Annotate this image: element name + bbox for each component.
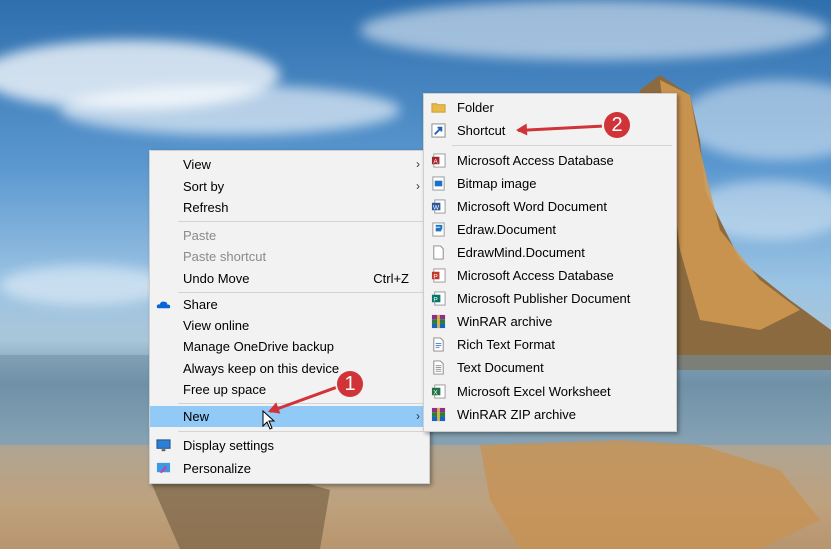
publisher-icon: P xyxy=(431,291,446,306)
menu-item-label: View online xyxy=(183,318,250,333)
menu-item-new[interactable]: New › xyxy=(150,406,429,427)
menu-item-view-online[interactable]: View online xyxy=(150,315,429,336)
annotation-badge-1: 1 xyxy=(337,371,363,397)
menu-item-paste-shortcut: Paste shortcut xyxy=(150,246,429,267)
new-submenu: Folder Shortcut A Microsoft Access Datab… xyxy=(423,93,677,432)
menu-item-personalize[interactable]: Personalize xyxy=(150,458,429,479)
winrar-icon xyxy=(431,314,446,329)
edraw-icon xyxy=(432,222,445,237)
word-icon: W xyxy=(431,199,446,214)
shortcut-icon xyxy=(431,123,446,138)
submenu-item-label: Edraw.Document xyxy=(457,222,556,237)
menu-item-sort-by[interactable]: Sort by › xyxy=(150,176,429,197)
svg-text:P: P xyxy=(433,296,438,303)
bitmap-icon xyxy=(432,176,445,191)
submenu-item-label: Rich Text Format xyxy=(457,337,556,352)
chevron-right-icon: › xyxy=(416,157,420,171)
menu-separator xyxy=(178,221,425,222)
blank-document-icon xyxy=(433,245,444,260)
submenu-item-text-document[interactable]: Text Document xyxy=(424,357,676,378)
folder-icon xyxy=(431,103,446,113)
submenu-item-label: Bitmap image xyxy=(457,176,537,191)
submenu-item-rich-text-format[interactable]: Rich Text Format xyxy=(424,334,676,355)
submenu-item-label: Shortcut xyxy=(457,123,506,138)
text-document-icon xyxy=(433,360,444,375)
menu-separator xyxy=(178,431,425,432)
menu-item-view[interactable]: View › xyxy=(150,154,429,175)
submenu-item-label: Microsoft Publisher Document xyxy=(457,291,631,306)
menu-item-label: Paste shortcut xyxy=(183,249,267,264)
onedrive-cloud-icon xyxy=(156,301,171,309)
chevron-right-icon: › xyxy=(416,179,420,193)
submenu-item-excel-worksheet[interactable]: X Microsoft Excel Worksheet xyxy=(424,381,676,402)
menu-item-label: Share xyxy=(183,297,218,312)
submenu-item-access-database-2[interactable]: P Microsoft Access Database xyxy=(424,265,676,286)
submenu-item-edrawmind-document[interactable]: EdrawMind.Document xyxy=(424,242,676,263)
svg-text:W: W xyxy=(433,204,440,211)
keyboard-shortcut: Ctrl+Z xyxy=(373,271,409,286)
winrar-zip-icon xyxy=(431,407,446,422)
rtf-icon xyxy=(433,337,444,352)
menu-separator xyxy=(452,145,672,146)
submenu-item-bitmap-image[interactable]: Bitmap image xyxy=(424,173,676,194)
menu-item-label: Free up space xyxy=(183,382,267,397)
submenu-item-label: WinRAR ZIP archive xyxy=(457,407,576,422)
submenu-item-label: Folder xyxy=(457,100,494,115)
menu-item-refresh[interactable]: Refresh xyxy=(150,197,429,218)
submenu-item-winrar-archive[interactable]: WinRAR archive xyxy=(424,311,676,332)
submenu-item-label: WinRAR archive xyxy=(457,314,553,329)
menu-item-label: Display settings xyxy=(183,438,275,453)
menu-item-label: View xyxy=(183,157,211,172)
menu-item-share[interactable]: Share xyxy=(150,294,429,315)
svg-text:A: A xyxy=(433,158,438,165)
submenu-item-label: Microsoft Access Database xyxy=(457,268,614,283)
menu-item-free-up-space[interactable]: Free up space xyxy=(150,379,429,400)
menu-item-always-keep-on-device[interactable]: Always keep on this device xyxy=(150,358,429,379)
menu-item-label: Personalize xyxy=(183,461,251,476)
submenu-item-folder[interactable]: Folder xyxy=(424,97,676,118)
submenu-item-label: Text Document xyxy=(457,360,544,375)
submenu-item-edraw-document[interactable]: Edraw.Document xyxy=(424,219,676,240)
excel-icon: X xyxy=(431,384,446,399)
menu-item-label: New xyxy=(183,409,210,424)
menu-item-label: Undo Move xyxy=(183,271,250,286)
submenu-item-label: Microsoft Access Database xyxy=(457,153,614,168)
svg-text:P: P xyxy=(433,273,438,280)
display-settings-icon xyxy=(156,439,171,452)
menu-separator xyxy=(178,292,425,293)
submenu-item-shortcut[interactable]: Shortcut xyxy=(424,120,676,141)
submenu-item-label: EdrawMind.Document xyxy=(457,245,585,260)
menu-item-manage-onedrive-backup[interactable]: Manage OneDrive backup xyxy=(150,336,429,357)
submenu-item-winrar-zip-archive[interactable]: WinRAR ZIP archive xyxy=(424,404,676,425)
personalize-icon xyxy=(156,462,171,474)
menu-item-paste: Paste xyxy=(150,225,429,246)
submenu-item-word-document[interactable]: W Microsoft Word Document xyxy=(424,196,676,217)
access-icon: A xyxy=(431,153,446,168)
menu-item-undo-move[interactable]: Undo Move Ctrl+Z xyxy=(150,268,429,289)
access-icon: P xyxy=(431,268,446,283)
menu-item-label: Paste xyxy=(183,228,217,243)
menu-item-label: Manage OneDrive backup xyxy=(183,339,335,354)
submenu-item-label: Microsoft Word Document xyxy=(457,199,608,214)
menu-item-label: Sort by xyxy=(183,179,225,194)
desktop-context-menu: View › Sort by › Refresh Paste Paste sho… xyxy=(149,150,430,484)
submenu-item-label: Microsoft Excel Worksheet xyxy=(457,384,611,399)
menu-item-label: Always keep on this device xyxy=(183,361,340,376)
submenu-item-access-database[interactable]: A Microsoft Access Database xyxy=(424,150,676,171)
chevron-right-icon: › xyxy=(416,409,420,423)
submenu-item-publisher-document[interactable]: P Microsoft Publisher Document xyxy=(424,288,676,309)
svg-text:X: X xyxy=(433,389,438,396)
menu-item-label: Refresh xyxy=(183,200,229,215)
menu-separator xyxy=(178,403,425,404)
annotation-badge-2: 2 xyxy=(604,112,630,138)
menu-item-display-settings[interactable]: Display settings xyxy=(150,435,429,456)
